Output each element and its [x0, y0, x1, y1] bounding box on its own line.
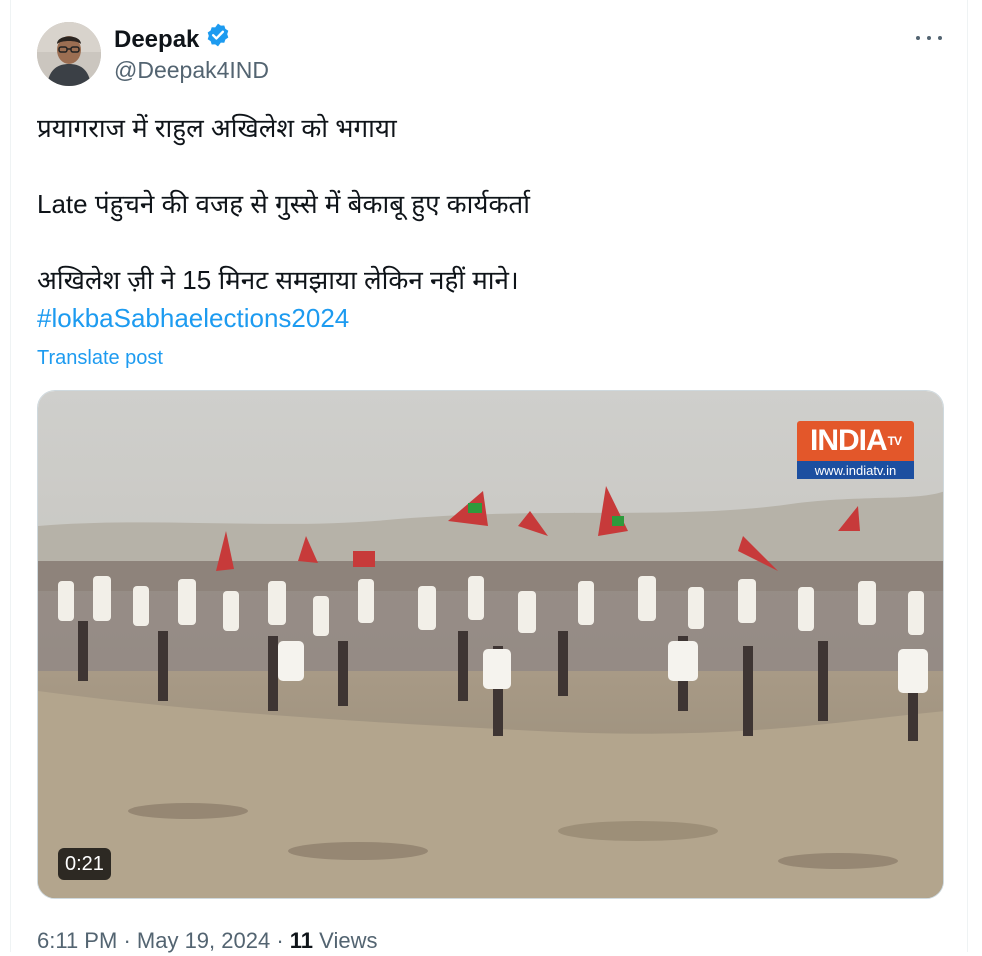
post-text-line-1: प्रयागराज में राहुल अखिलेश को भगाया [37, 113, 397, 143]
author-name-row[interactable]: Deepak [114, 22, 231, 57]
logo-main-text: INDIA [809, 424, 888, 457]
views-count: 11 [289, 928, 314, 953]
logo-url-text: www.indiatv.in [797, 461, 914, 479]
author-handle[interactable]: @Deepak4IND [114, 56, 269, 84]
more-options-icon[interactable] [916, 28, 942, 48]
meta-separator: · [123, 928, 131, 953]
logo-sup-text: TV [887, 434, 902, 448]
video-duration-badge: 0:21 [58, 848, 111, 880]
translate-post-link[interactable]: Translate post [37, 344, 163, 372]
post-text-line-2: Late पंहुचने की वजह से गुस्से में बेकाबू… [37, 189, 530, 219]
post-date[interactable]: May 19, 2024 [137, 928, 270, 953]
video-player[interactable]: INDIA TV www.indiatv.in 0:21 [37, 390, 944, 899]
post-time[interactable]: 6:11 PM [37, 928, 117, 953]
meta-separator: · [276, 928, 284, 953]
hashtag-link[interactable]: #lokbaSabhaelections2024 [37, 301, 349, 335]
views-label: Views [319, 928, 378, 953]
avatar[interactable] [37, 22, 101, 86]
channel-logo: INDIA TV www.indiatv.in [797, 421, 914, 479]
author-name[interactable]: Deepak [114, 24, 199, 56]
post-text-line-3: अखिलेश ज़ी ने 15 मिनट समझाया लेकिन नहीं … [37, 265, 519, 295]
verified-badge-icon[interactable] [205, 22, 231, 57]
